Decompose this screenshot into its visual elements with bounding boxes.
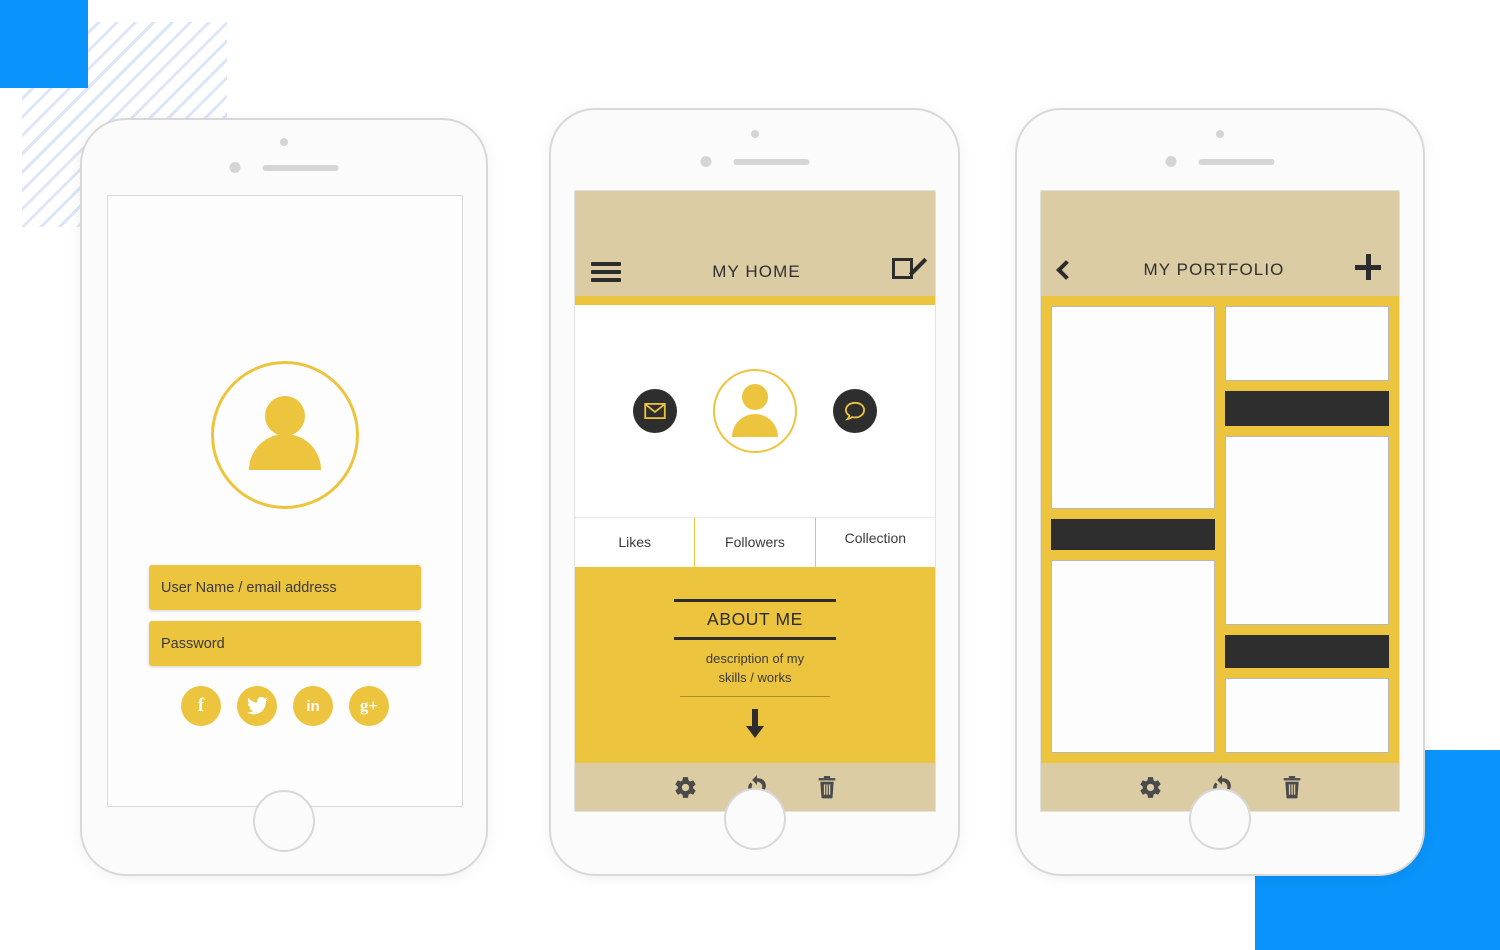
screen-login: User Name / email address Password f in … <box>107 195 463 807</box>
plus-add-icon[interactable] <box>1355 254 1381 280</box>
google-plus-icon[interactable]: g+ <box>349 686 389 726</box>
front-camera-dot <box>750 130 759 138</box>
phone-device-portfolio: MY PORTFOLIO <box>1015 108 1425 876</box>
home-button[interactable] <box>723 788 786 850</box>
front-camera-dot <box>280 138 288 146</box>
portfolio-tile[interactable] <box>1225 306 1389 381</box>
proximity-sensor-dot <box>700 156 711 167</box>
portfolio-tile[interactable] <box>1051 518 1215 550</box>
screen-my-home: MY HOME Likes Followers Collection ABOUT… <box>574 190 936 812</box>
linkedin-icon[interactable]: in <box>293 686 333 726</box>
portfolio-tile[interactable] <box>1051 559 1215 753</box>
phone-device-home: MY HOME Likes Followers Collection ABOUT… <box>549 108 960 876</box>
about-rule-thin <box>680 695 830 698</box>
compose-edit-icon[interactable] <box>892 255 928 282</box>
portfolio-column-left <box>1051 306 1215 753</box>
proximity-sensor-dot <box>1165 156 1177 167</box>
password-input-value: Password <box>161 635 225 652</box>
tab-followers-label: Followers <box>725 534 785 551</box>
portfolio-grid <box>1041 296 1399 763</box>
tab-collection[interactable]: Collection <box>816 518 935 567</box>
envelope-mail-icon[interactable] <box>633 389 677 433</box>
about-me-section: ABOUT ME description of my skills / work… <box>575 567 935 763</box>
earpiece-speaker <box>262 164 339 171</box>
user-avatar-icon <box>242 392 328 478</box>
portfolio-tile[interactable] <box>1225 436 1389 626</box>
phone-device-login: User Name / email address Password f in … <box>80 118 488 876</box>
profile-tabs: Likes Followers Collection <box>575 517 935 567</box>
about-me-description: description of my skills / works <box>705 651 805 685</box>
screen-my-portfolio: MY PORTFOLIO <box>1040 190 1400 812</box>
about-rule-bottom <box>674 637 836 640</box>
home-button[interactable] <box>1189 788 1251 850</box>
facebook-icon[interactable]: f <box>181 686 221 726</box>
earpiece-speaker <box>1198 158 1275 165</box>
front-camera-dot <box>1216 130 1224 138</box>
username-input[interactable]: User Name / email address <box>149 565 421 610</box>
trash-icon[interactable] <box>816 775 838 800</box>
profile-avatar[interactable] <box>713 369 797 453</box>
proximity-sensor-dot <box>229 162 241 173</box>
portfolio-tile[interactable] <box>1225 390 1389 427</box>
portfolio-column-right <box>1225 306 1389 753</box>
speech-bubble-icon[interactable] <box>833 389 877 433</box>
phone-mockup-stage: User Name / email address Password f in … <box>0 0 1500 950</box>
twitter-icon[interactable] <box>237 686 277 726</box>
about-rule-top <box>674 599 836 602</box>
username-input-value: User Name / email address <box>161 579 337 596</box>
user-avatar-icon <box>712 368 798 454</box>
profile-actions-area <box>575 305 935 517</box>
hamburger-menu-icon[interactable] <box>591 262 621 282</box>
tab-followers[interactable]: Followers <box>695 518 816 567</box>
earpiece-sensor-row <box>1165 156 1275 167</box>
social-login-row: f in g+ <box>181 686 389 726</box>
home-button[interactable] <box>253 790 315 852</box>
linkedin-glyph: in <box>306 697 320 715</box>
trash-icon[interactable] <box>1281 775 1303 800</box>
about-me-title: ABOUT ME <box>707 609 803 629</box>
gear-icon[interactable] <box>1138 775 1163 800</box>
facebook-glyph: f <box>197 695 205 716</box>
page-title: MY HOME <box>712 262 801 281</box>
password-input[interactable]: Password <box>149 621 421 666</box>
portfolio-tile[interactable] <box>1051 306 1215 509</box>
earpiece-sensor-row <box>229 162 339 173</box>
tab-likes-label: Likes <box>618 534 651 551</box>
tab-collection-label: Collection <box>844 530 907 546</box>
portfolio-tile[interactable] <box>1225 635 1389 669</box>
gear-icon[interactable] <box>673 775 698 800</box>
home-app-header: MY HOME <box>575 191 935 296</box>
google-plus-glyph: g+ <box>359 696 379 715</box>
earpiece-sensor-row <box>700 156 809 167</box>
earpiece-speaker <box>733 158 809 165</box>
tab-likes[interactable]: Likes <box>575 518 696 567</box>
portfolio-app-header: MY PORTFOLIO <box>1041 191 1399 296</box>
page-title: MY PORTFOLIO <box>1143 260 1285 279</box>
login-avatar <box>211 361 359 509</box>
portfolio-tile[interactable] <box>1225 678 1389 753</box>
header-accent-bar <box>575 296 935 305</box>
arrow-down-icon[interactable] <box>742 709 768 739</box>
